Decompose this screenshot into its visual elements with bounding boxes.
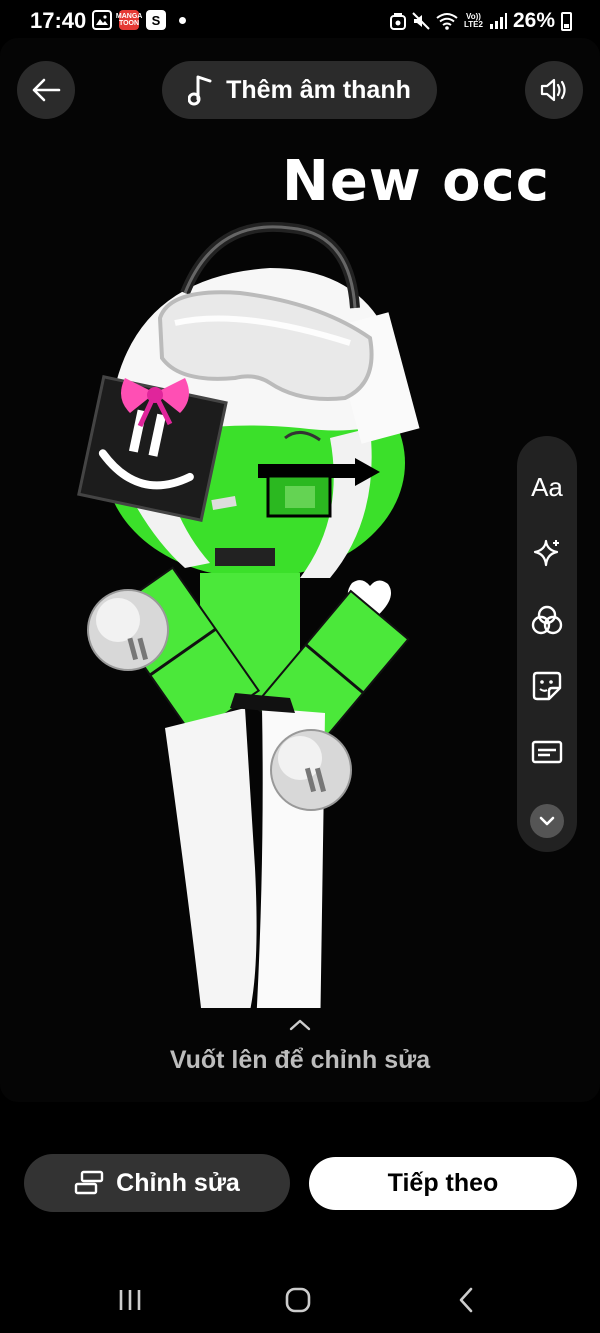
home-icon <box>285 1287 311 1313</box>
lte-label: LTE2 <box>464 20 483 29</box>
shopee-icon: S <box>146 10 166 30</box>
more-notifications-dot <box>179 16 186 24</box>
expand-more-icon <box>530 803 564 838</box>
notification-icons: MANGA TOON S <box>92 10 186 30</box>
back-nav-icon <box>459 1287 473 1313</box>
expand-tools-button[interactable] <box>517 786 577 852</box>
sparkle-icon <box>533 540 559 567</box>
signal-icon <box>489 13 507 29</box>
filters-button[interactable] <box>517 587 577 653</box>
music-note-icon <box>188 75 212 106</box>
network-type: Vo)) LTE2 <box>464 13 483 29</box>
add-audio-label: Thêm âm thanh <box>226 75 411 104</box>
back-nav-button[interactable] <box>446 1280 486 1320</box>
text-tool-label: Aa <box>531 471 563 502</box>
captions-icon <box>531 741 563 764</box>
filters-icon <box>531 605 563 635</box>
chevron-up-icon <box>289 1019 311 1031</box>
sticker-icon <box>532 671 562 701</box>
system-status-icons: Vo)) LTE2 26% <box>390 9 572 33</box>
swipe-up-hint: Vuốt lên để chỉnh sửa <box>169 1046 431 1074</box>
status-time: 17:40 <box>30 8 87 33</box>
arrow-left-icon <box>32 78 61 102</box>
edit-layout-icon <box>74 1170 104 1195</box>
story-canvas[interactable]: Thêm âm thanh New occ Aa Vuốt lên để chỉ… <box>0 38 600 1102</box>
overlay-text[interactable]: New occ <box>282 149 550 214</box>
manga-toon-icon: MANGA TOON <box>116 10 142 30</box>
tool-rail: Aa <box>517 436 577 852</box>
captions-button[interactable] <box>517 719 577 785</box>
recent-apps-button[interactable] <box>110 1280 150 1320</box>
effects-button[interactable] <box>517 520 577 586</box>
navigation-bar <box>0 1262 600 1333</box>
recent-apps-icon <box>119 1290 141 1310</box>
mute-icon <box>412 12 430 30</box>
character-artwork <box>77 221 420 1008</box>
battery-icon <box>561 11 572 31</box>
speaker-icon <box>540 78 566 102</box>
battery-percent: 26% <box>512 9 555 32</box>
home-button[interactable] <box>278 1280 318 1320</box>
sticker-button[interactable] <box>517 653 577 719</box>
wifi-icon <box>436 13 458 30</box>
edit-label: Chỉnh sửa <box>116 1168 240 1197</box>
next-button[interactable]: Tiếp theo <box>309 1157 577 1210</box>
text-tool-button[interactable]: Aa <box>517 454 577 520</box>
gallery-icon <box>92 10 112 30</box>
edit-button[interactable]: Chỉnh sửa <box>24 1154 290 1212</box>
next-label: Tiếp theo <box>387 1169 499 1197</box>
data-saver-icon <box>390 13 406 30</box>
